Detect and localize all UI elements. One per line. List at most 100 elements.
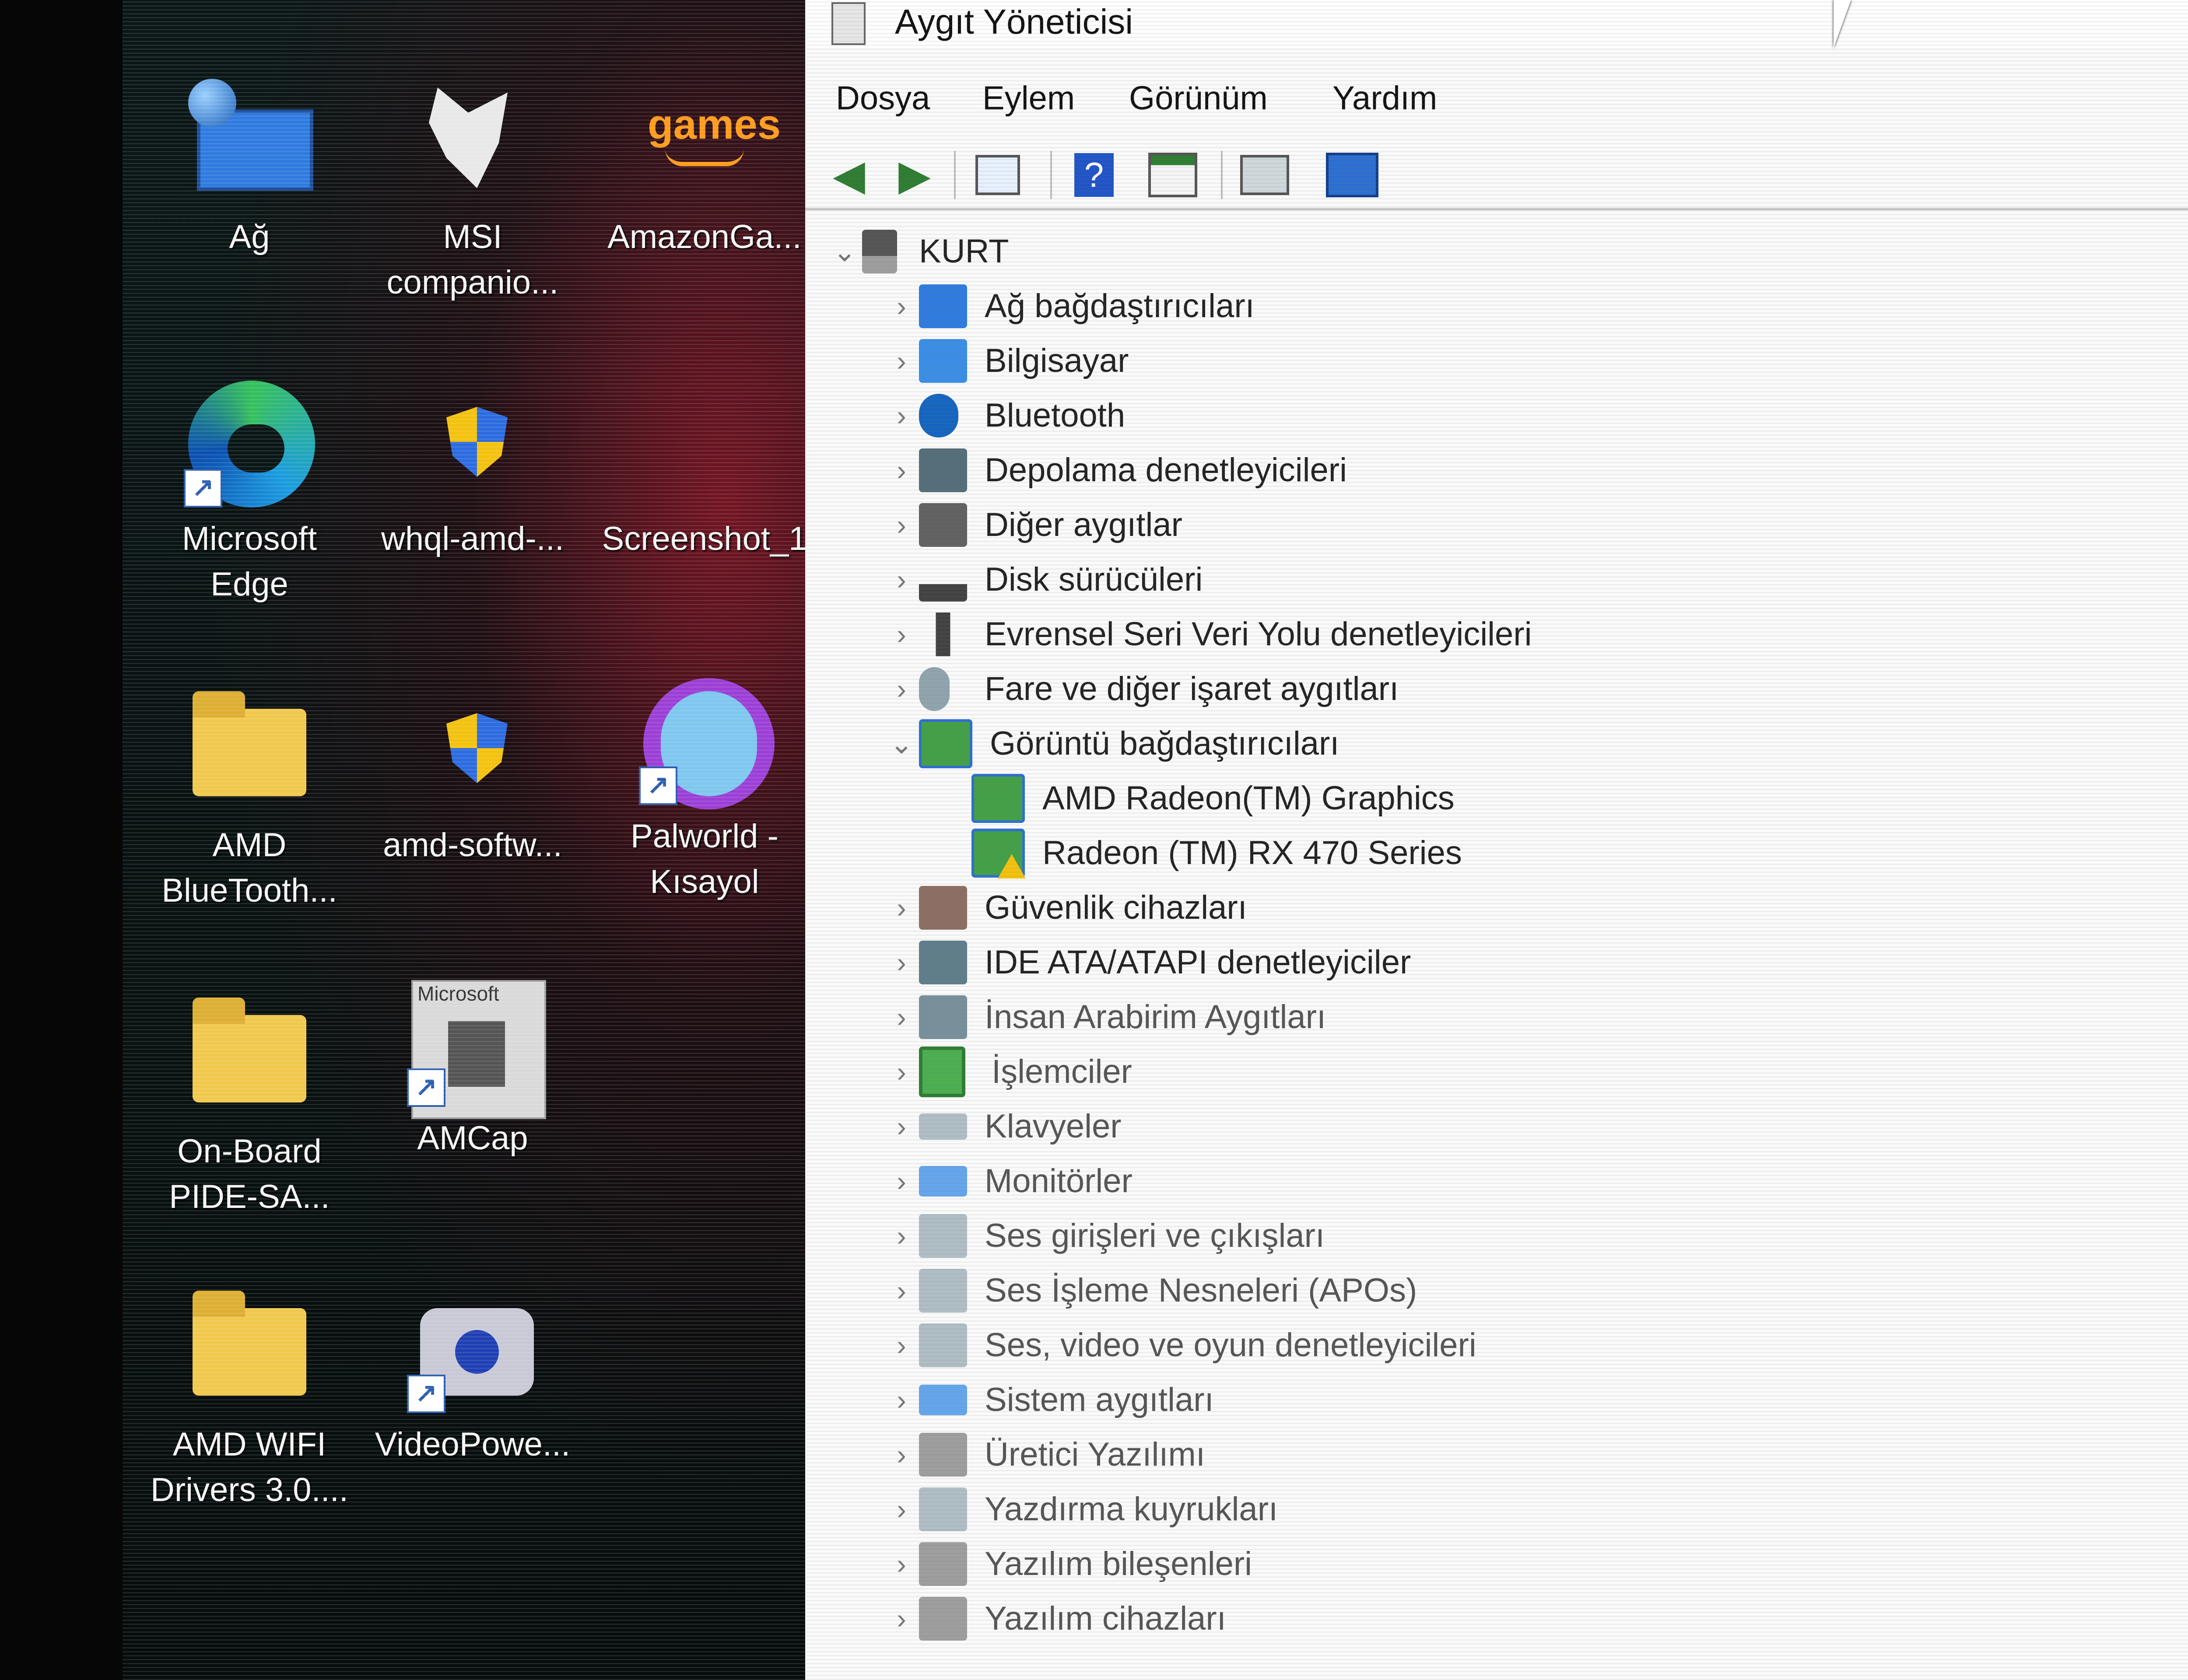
desktop-icon-amazon-games[interactable]: games AmazonGa... — [591, 74, 818, 260]
desktop-icon-palworld[interactable]: ↗ Palworld - Kısayol — [591, 674, 818, 905]
tree-category[interactable]: › Ağ bağdaştırıcıları — [884, 282, 1255, 330]
chevron-right-icon[interactable]: › — [884, 1595, 919, 1643]
sound-video-icon — [919, 1323, 967, 1367]
help-button[interactable]: ? — [1068, 149, 1120, 201]
chevron-right-icon[interactable]: › — [884, 1540, 919, 1588]
menu-yardim[interactable]: Yardım — [1332, 74, 1437, 122]
scan-hardware-button[interactable] — [1238, 149, 1291, 201]
menu-dosya[interactable]: Dosya — [836, 74, 930, 122]
tree-category[interactable]: › Fare ve diğer işaret aygıtları — [884, 665, 1399, 713]
tree-category[interactable]: › Yazdırma kuyrukları — [884, 1485, 1278, 1533]
tree-category[interactable]: › Ses girişleri ve çıkışları — [884, 1212, 1325, 1260]
menu-eylem[interactable]: Eylem — [982, 74, 1075, 122]
tree-category[interactable]: › Bluetooth — [884, 392, 1125, 440]
console-tree-icon — [975, 155, 1020, 195]
chevron-right-icon[interactable]: › — [884, 1376, 919, 1424]
desktop-icon-msi-companion[interactable]: MSI companio... — [359, 74, 586, 305]
chevron-right-icon[interactable]: › — [884, 392, 919, 440]
tree-category-expanded[interactable]: ⌄ Görüntü bağdaştırıcıları — [884, 719, 1339, 768]
security-device-icon — [919, 886, 967, 930]
chevron-right-icon[interactable]: › — [884, 1485, 919, 1533]
tree-category[interactable]: › Evrensel Seri Veri Yolu denetleyiciler… — [884, 610, 1532, 658]
chevron-right-icon[interactable]: › — [884, 446, 919, 494]
desktop-icon-videopower[interactable]: ↗ VideoPowe... — [359, 1282, 586, 1467]
desktop-icon-amd-wifi[interactable]: AMD WIFI Drivers 3.0.... — [136, 1282, 363, 1513]
tree-category[interactable]: › Diğer aygıtlar — [884, 501, 1182, 549]
display-adapter-icon — [971, 829, 1026, 878]
toolbar: ◀ ▶ ? — [805, 142, 2188, 210]
title-bar[interactable]: Aygıt Yöneticisi — [805, 0, 2188, 48]
warning-icon — [998, 854, 1026, 878]
desktop: Ağ ↗ Microsoft Edge AMD BlueTooth... On-… — [123, 0, 831, 1680]
chevron-right-icon[interactable]: › — [884, 1267, 919, 1315]
desktop-icon-label: On-Board PIDE-SA... — [169, 1133, 330, 1215]
chevron-right-icon[interactable]: › — [884, 610, 919, 658]
chevron-down-icon[interactable]: ⌄ — [827, 228, 862, 276]
image-icon — [635, 376, 775, 508]
chevron-right-icon[interactable]: › — [884, 1048, 919, 1096]
tree-category[interactable]: › Depolama denetleyicileri — [884, 446, 1347, 494]
chevron-right-icon[interactable]: › — [884, 556, 919, 604]
tree-category[interactable]: › Yazılım cihazları — [884, 1595, 1226, 1643]
chevron-down-icon[interactable]: ⌄ — [884, 720, 919, 768]
category-label: İşlemciler — [992, 1053, 1132, 1090]
chevron-right-icon[interactable]: › — [884, 282, 919, 330]
tree-category[interactable]: › Sistem aygıtları — [884, 1376, 1213, 1424]
tree-category[interactable]: › Güvenlik cihazları — [884, 884, 1247, 932]
desktop-icon-ag[interactable]: Ağ — [136, 74, 363, 260]
device-label: AMD Radeon(TM) Graphics — [1042, 780, 1455, 817]
amcap-icon-text: Microsoft — [417, 982, 499, 1005]
chevron-right-icon[interactable]: › — [884, 1431, 919, 1479]
tree-category[interactable]: › Disk sürücüleri — [884, 556, 1203, 604]
tree-category[interactable]: › Ses, video ve oyun denetleyicileri — [884, 1321, 1476, 1369]
chevron-right-icon[interactable]: › — [884, 1157, 919, 1205]
device-item[interactable]: AMD Radeon(TM) Graphics — [971, 774, 1455, 823]
chevron-right-icon[interactable]: › — [884, 1212, 919, 1260]
chevron-right-icon[interactable]: › — [884, 884, 919, 932]
folder-icon — [179, 1282, 319, 1413]
chevron-right-icon[interactable]: › — [884, 1102, 919, 1151]
shortcut-arrow-icon: ↗ — [639, 766, 677, 805]
tree-category[interactable]: › İnsan Arabirim Aygıtları — [884, 993, 1326, 1041]
amazon-games-icon: games — [635, 74, 781, 206]
desktop-icon-microsoft-edge[interactable]: ↗ Microsoft Edge — [136, 376, 363, 607]
category-label: Depolama denetleyicileri — [985, 452, 1347, 489]
category-label: Klavyeler — [985, 1108, 1122, 1145]
desktop-icon-amd-bluetooth[interactable]: AMD BlueTooth... — [136, 682, 363, 914]
shortcut-arrow-icon: ↗ — [407, 1375, 445, 1413]
desktop-icon-amcap[interactable]: Microsoft ↗ AMCap — [359, 976, 586, 1161]
chevron-right-icon[interactable]: › — [884, 993, 919, 1041]
tree-category[interactable]: › İşlemciler — [884, 1046, 1132, 1097]
menu-gorunum[interactable]: Görünüm — [1129, 74, 1268, 122]
desktop-icon-on-board-pide[interactable]: On-Board PIDE-SA... — [136, 989, 363, 1220]
tree-root[interactable]: ⌄ KURT — [827, 228, 1009, 276]
tree-category[interactable]: › Klavyeler — [884, 1102, 1122, 1151]
desktop-icon-screenshot[interactable]: Screenshot_1 — [591, 376, 818, 562]
tree-category[interactable]: › Üretici Yazılımı — [884, 1431, 1205, 1479]
keyboard-icon — [919, 1113, 967, 1140]
desktop-icon-label: Ağ — [229, 218, 270, 256]
show-hide-console-tree-button[interactable] — [971, 149, 1024, 201]
chevron-right-icon[interactable]: › — [884, 337, 919, 385]
monitor-icon — [919, 1166, 967, 1197]
tree-category[interactable]: › Yazılım bileşenleri — [884, 1540, 1252, 1588]
properties-button[interactable] — [1147, 149, 1199, 201]
forward-button[interactable]: ▶ — [888, 149, 941, 201]
network-monitor-icon — [179, 74, 319, 206]
desktop-icon-label: AmazonGa... — [607, 218, 802, 256]
chevron-right-icon[interactable]: › — [884, 501, 919, 549]
tree-category[interactable]: › IDE ATA/ATAPI denetleyiciler — [884, 938, 1411, 987]
desktop-icon-whql-amd[interactable]: whql-amd-... — [359, 376, 586, 562]
desktop-icon-amd-software[interactable]: amd-softw... — [359, 682, 586, 868]
shortcut-arrow-icon: ↗ — [184, 469, 222, 508]
tree-category[interactable]: › Bilgisayar — [884, 337, 1129, 385]
tree-category[interactable]: › Monitörler — [884, 1157, 1133, 1205]
monitor-button[interactable] — [1326, 149, 1378, 201]
device-item[interactable]: Radeon (TM) RX 470 Series — [971, 829, 1462, 878]
chevron-right-icon[interactable]: › — [884, 938, 919, 987]
tree-category[interactable]: › Ses İşleme Nesneleri (APOs) — [884, 1267, 1417, 1315]
chevron-right-icon[interactable]: › — [884, 665, 919, 713]
desktop-icon-label: VideoPowe... — [375, 1426, 571, 1463]
back-button[interactable]: ◀ — [823, 149, 875, 201]
chevron-right-icon[interactable]: › — [884, 1321, 919, 1369]
